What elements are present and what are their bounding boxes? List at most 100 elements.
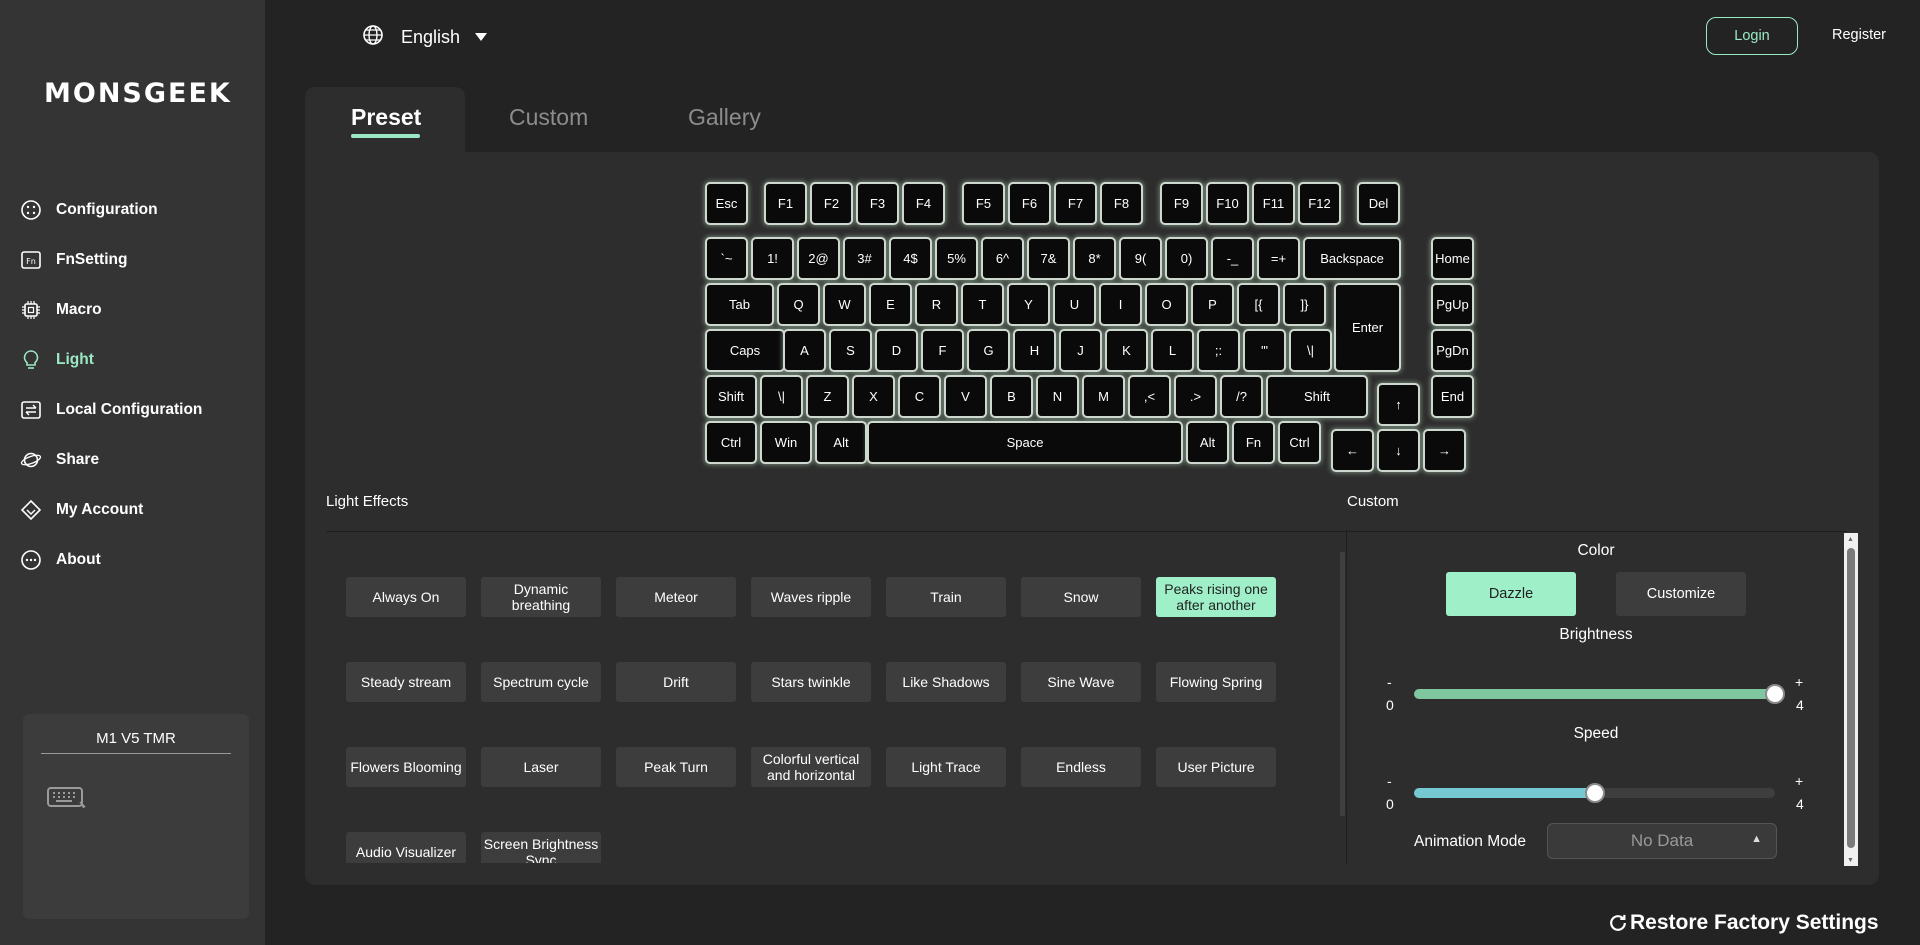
key-9[interactable]: 9(: [1119, 237, 1162, 280]
key-backslash[interactable]: \|: [1289, 329, 1332, 372]
brightness-thumb[interactable]: [1765, 684, 1785, 704]
key-r[interactable]: R: [915, 283, 958, 326]
key-semicolon[interactable]: ;:: [1197, 329, 1240, 372]
language-selector[interactable]: English: [362, 24, 488, 51]
key-f12[interactable]: F12: [1298, 182, 1341, 225]
sidebar-item-share[interactable]: Share: [20, 435, 260, 485]
effect-meteor[interactable]: Meteor: [616, 577, 736, 617]
scroll-down-icon[interactable]: ▼: [1847, 857, 1854, 864]
key-w[interactable]: W: [823, 283, 866, 326]
key-arrow-left[interactable]: ←: [1331, 429, 1374, 472]
key-y[interactable]: Y: [1007, 283, 1050, 326]
key-left-shift[interactable]: Shift: [705, 375, 757, 418]
key-right-bracket[interactable]: ]}: [1283, 283, 1326, 326]
key-h[interactable]: H: [1013, 329, 1056, 372]
key-home[interactable]: Home: [1431, 237, 1474, 280]
key-period[interactable]: .>: [1174, 375, 1217, 418]
key-left-ctrl[interactable]: Ctrl: [705, 421, 757, 464]
key-space[interactable]: Space: [867, 421, 1183, 464]
effect-flowing-spring[interactable]: Flowing Spring: [1156, 662, 1276, 702]
effects-scrollbar[interactable]: [1340, 552, 1345, 816]
key-z[interactable]: Z: [806, 375, 849, 418]
sidebar-item-fnsetting[interactable]: Fn FnSetting: [20, 235, 260, 285]
key-c[interactable]: C: [898, 375, 941, 418]
effect-laser[interactable]: Laser: [481, 747, 601, 787]
key-caps[interactable]: Caps: [705, 329, 785, 372]
key-f7[interactable]: F7: [1054, 182, 1097, 225]
key-del[interactable]: Del: [1357, 182, 1400, 225]
animation-mode-select[interactable]: No Data ▲: [1547, 823, 1777, 859]
key-8[interactable]: 8*: [1073, 237, 1116, 280]
brightness-slider[interactable]: [1414, 684, 1785, 704]
sidebar-item-about[interactable]: About: [20, 535, 260, 585]
effect-flowers-blooming[interactable]: Flowers Blooming: [346, 747, 466, 787]
key-m[interactable]: M: [1082, 375, 1125, 418]
key-backspace[interactable]: Backspace: [1303, 237, 1401, 280]
key-4[interactable]: 4$: [889, 237, 932, 280]
key-f11[interactable]: F11: [1252, 182, 1295, 225]
key-1[interactable]: 1!: [751, 237, 794, 280]
key-s[interactable]: S: [829, 329, 872, 372]
effect-endless[interactable]: Endless: [1021, 747, 1141, 787]
key-right-ctrl[interactable]: Ctrl: [1278, 421, 1321, 464]
customize-button[interactable]: Customize: [1616, 572, 1746, 616]
key-win[interactable]: Win: [760, 421, 812, 464]
restore-factory-settings-button[interactable]: Restore Factory Settings: [1608, 911, 1879, 935]
effect-user-picture[interactable]: User Picture: [1156, 747, 1276, 787]
key-left-alt[interactable]: Alt: [815, 421, 867, 464]
key-j[interactable]: J: [1059, 329, 1102, 372]
key-6[interactable]: 6^: [981, 237, 1024, 280]
key-comma[interactable]: ,<: [1128, 375, 1171, 418]
scroll-up-icon[interactable]: ▲: [1847, 536, 1854, 543]
effect-train[interactable]: Train: [886, 577, 1006, 617]
key-end[interactable]: End: [1431, 375, 1474, 418]
custom-scrollbar[interactable]: ▲ ▼: [1844, 533, 1858, 866]
tab-preset[interactable]: Preset: [351, 104, 421, 131]
key-i[interactable]: I: [1099, 283, 1142, 326]
key-slash[interactable]: /?: [1220, 375, 1263, 418]
effect-drift[interactable]: Drift: [616, 662, 736, 702]
key-f9[interactable]: F9: [1160, 182, 1203, 225]
key-esc[interactable]: Esc: [705, 182, 748, 225]
effect-like-shadows[interactable]: Like Shadows: [886, 662, 1006, 702]
sidebar-item-local-configuration[interactable]: Local Configuration: [20, 385, 260, 435]
key-f[interactable]: F: [921, 329, 964, 372]
register-link[interactable]: Register: [1832, 27, 1886, 43]
key-f10[interactable]: F10: [1206, 182, 1249, 225]
key-tab[interactable]: Tab: [705, 283, 774, 326]
speed-slider[interactable]: [1414, 783, 1775, 803]
key-t[interactable]: T: [961, 283, 1004, 326]
key-f4[interactable]: F4: [902, 182, 945, 225]
key-left-bracket[interactable]: [{: [1237, 283, 1280, 326]
key-right-alt[interactable]: Alt: [1186, 421, 1229, 464]
key-b[interactable]: B: [990, 375, 1033, 418]
key-3[interactable]: 3#: [843, 237, 886, 280]
key-5[interactable]: 5%: [935, 237, 978, 280]
key-u[interactable]: U: [1053, 283, 1096, 326]
key-f1[interactable]: F1: [764, 182, 807, 225]
key-l[interactable]: L: [1151, 329, 1194, 372]
key-q[interactable]: Q: [777, 283, 820, 326]
tab-custom[interactable]: Custom: [509, 104, 588, 131]
effect-light-trace[interactable]: Light Trace: [886, 747, 1006, 787]
key-n[interactable]: N: [1036, 375, 1079, 418]
effect-peaks-rising[interactable]: Peaks rising one after another: [1156, 577, 1276, 617]
effect-sine-wave[interactable]: Sine Wave: [1021, 662, 1141, 702]
effect-dynamic-breathing[interactable]: Dynamic breathing: [481, 577, 601, 617]
key-0[interactable]: 0): [1165, 237, 1208, 280]
key-g[interactable]: G: [967, 329, 1010, 372]
sidebar-item-light[interactable]: Light: [20, 335, 260, 385]
key-pgup[interactable]: PgUp: [1431, 283, 1474, 326]
effect-stars-twinkle[interactable]: Stars twinkle: [751, 662, 871, 702]
key-x[interactable]: X: [852, 375, 895, 418]
effect-steady-stream[interactable]: Steady stream: [346, 662, 466, 702]
key-e[interactable]: E: [869, 283, 912, 326]
key-7[interactable]: 7&: [1027, 237, 1070, 280]
key-a[interactable]: A: [783, 329, 826, 372]
key-f6[interactable]: F6: [1008, 182, 1051, 225]
key-p[interactable]: P: [1191, 283, 1234, 326]
custom-scrollbar-thumb[interactable]: [1847, 548, 1855, 848]
key-fn[interactable]: Fn: [1232, 421, 1275, 464]
key-arrow-up[interactable]: ↑: [1377, 383, 1420, 426]
key-arrow-right[interactable]: →: [1423, 429, 1466, 472]
